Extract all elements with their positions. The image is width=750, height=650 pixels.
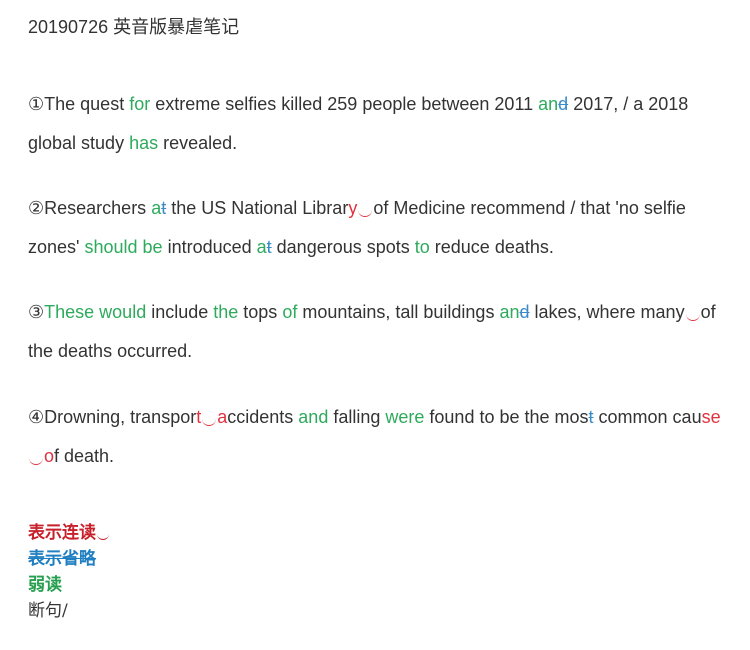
linking-letter: o [44, 446, 55, 466]
linking-arc-icon [202, 415, 217, 426]
paragraph-3: ③These would include the tops of mountai… [28, 293, 728, 371]
paragraph-number: ③ [28, 302, 45, 322]
legend-linking-label: 表示连读 [28, 523, 96, 543]
text-segment: introduced [162, 237, 257, 257]
text-segment: extreme selfies killed 259 people betwee… [150, 94, 539, 114]
paragraph-4: ④Drowning, transport accidents and fallin… [28, 398, 728, 476]
weak-reading-word: an [538, 94, 559, 114]
legend-sentence-break-label: 断句/ [28, 601, 68, 621]
weak-reading-word: a [151, 198, 162, 218]
paragraph-number: ④ [28, 407, 45, 427]
weak-reading-word: has [129, 133, 159, 153]
weak-reading-word: These would [44, 302, 147, 322]
page-title: 20190726 英音版暴虐笔记 [28, 17, 240, 37]
weak-reading-word: were [385, 407, 425, 427]
legend-omission: 表示省略 [28, 546, 109, 572]
weak-reading-word: to [414, 237, 430, 257]
linking-letter: se [701, 407, 721, 427]
text-segment: The quest [44, 94, 130, 114]
text-segment: f death. [54, 446, 115, 466]
text-segment: mountains, tall buildings [297, 302, 500, 322]
paragraph-number: ① [28, 94, 45, 114]
paragraph-2: ②Researchers at the US National Library o… [28, 189, 728, 267]
linking-arc-icon [97, 530, 109, 540]
text-segment: ccidents [227, 407, 299, 427]
text-segment: the US National Librar [166, 198, 349, 218]
text-segment: include [146, 302, 214, 322]
legend-omission-label: 表示省略 [28, 549, 96, 569]
text-segment: revealed. [158, 133, 238, 153]
legend: 表示连读 表示省略 弱读 断句/ [28, 520, 109, 624]
text-segment: tops [238, 302, 283, 322]
omitted-letter: d [519, 302, 530, 322]
omitted-letter: d [558, 94, 569, 114]
text-segment: dangerous spots [271, 237, 415, 257]
linking-arc-icon [29, 454, 43, 465]
text-segment: found to be the mos [424, 407, 589, 427]
linking-letter: y [348, 198, 358, 218]
weak-reading-word: of [282, 302, 298, 322]
weak-reading-word: a [256, 237, 267, 257]
linking-letter: a [217, 407, 228, 427]
paragraph-1: ①The quest for extreme selfies killed 25… [28, 85, 728, 163]
text-segment: 2017, / [568, 94, 634, 114]
paragraph-number: ② [28, 198, 45, 218]
text-segment: Researchers [44, 198, 152, 218]
linking-arc-icon [685, 310, 700, 321]
legend-weak: 弱读 [28, 572, 109, 598]
text-segment: lakes, where many [529, 302, 685, 322]
linking-arc-icon [358, 206, 373, 217]
text-segment: common cau [593, 407, 702, 427]
weak-reading-word: should be [84, 237, 163, 257]
weak-reading-word: and [298, 407, 329, 427]
weak-reading-word: an [499, 302, 520, 322]
legend-linking: 表示连读 [28, 520, 109, 546]
text-segment: falling [328, 407, 386, 427]
text-segment: Drowning, transpor [44, 407, 197, 427]
linking-letter: t [196, 407, 202, 427]
legend-sentence-break: 断句/ [28, 598, 109, 624]
text-segment: reduce deaths. [429, 237, 554, 257]
legend-weak-label: 弱读 [28, 575, 62, 595]
weak-reading-word: the [213, 302, 239, 322]
weak-reading-word: for [129, 94, 151, 114]
